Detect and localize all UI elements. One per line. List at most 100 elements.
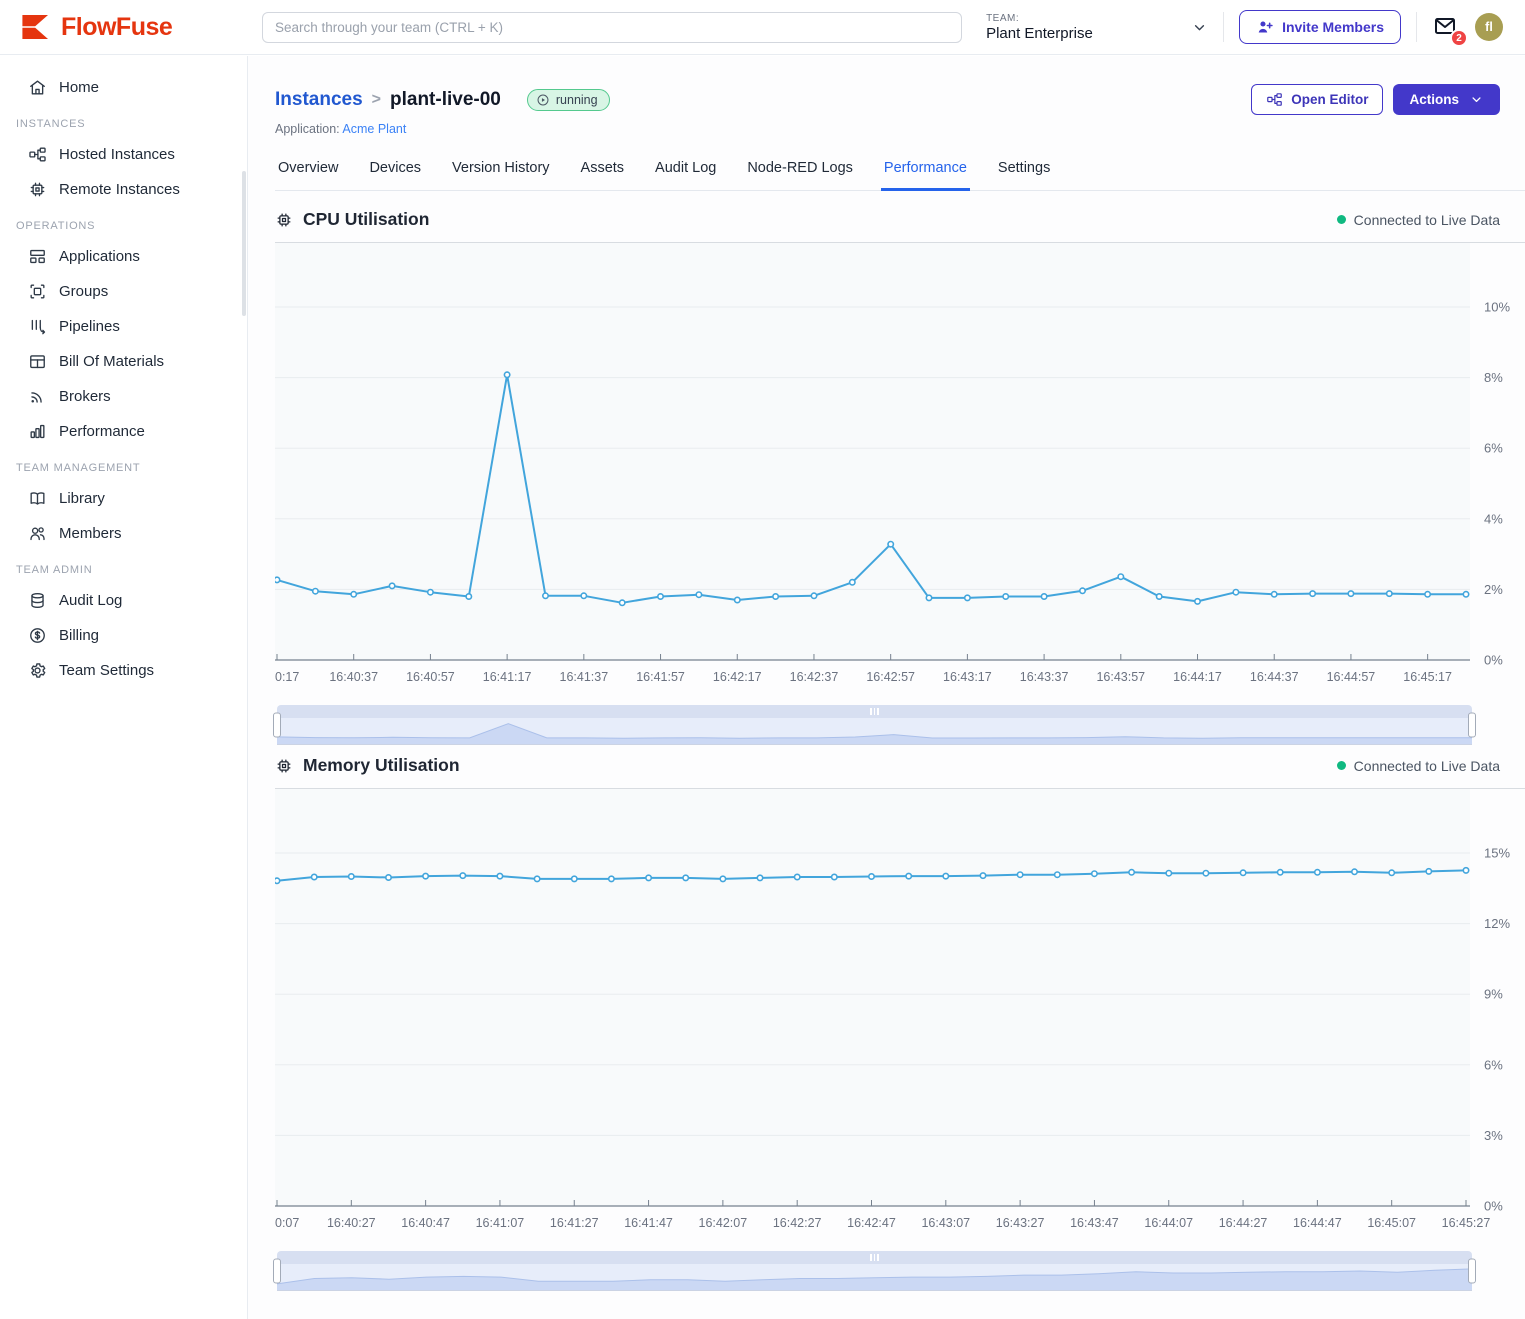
tab-devices[interactable]: Devices [366,152,424,191]
svg-text:16:40:47: 16:40:47 [401,1216,450,1230]
tab-audit-log[interactable]: Audit Log [652,152,719,191]
navigator-window[interactable] [277,1264,1472,1291]
sidebar-item-hosted-instances[interactable]: Hosted Instances [0,137,247,172]
tab-node-red-logs[interactable]: Node-RED Logs [744,152,856,191]
tab-bar: Overview Devices Version History Assets Audi… [275,152,1525,191]
data-point [275,577,280,582]
data-point [1348,591,1353,596]
navigator-left-handle[interactable] [273,713,281,738]
invite-members-button[interactable]: Invite Members [1239,10,1401,44]
data-point [811,593,816,598]
data-point [1425,592,1430,597]
avatar[interactable]: fl [1475,13,1503,41]
status-badge-label: running [556,93,598,107]
data-point [1310,591,1315,596]
sidebar-item-label: Remote Instances [59,181,180,198]
svg-text:16:43:37: 16:43:37 [1020,670,1069,684]
svg-text:16:41:07: 16:41:07 [476,1216,525,1230]
breadcrumb-separator: > [372,91,381,109]
svg-text:15%: 15% [1484,846,1510,861]
data-point [1389,870,1394,875]
tab-settings[interactable]: Settings [995,152,1053,191]
sidebar-section-team-admin: TEAM ADMIN [0,551,247,583]
data-point [795,874,800,879]
pipelines-icon [28,317,47,336]
notifications-button[interactable]: 2 [1432,14,1460,40]
application-link[interactable]: Acme Plant [342,122,406,136]
data-point [965,595,970,600]
data-point [926,595,931,600]
sidebar-item-members[interactable]: Members [0,516,247,551]
tab-version-history[interactable]: Version History [449,152,553,191]
svg-text:3%: 3% [1484,1128,1503,1143]
svg-text:2%: 2% [1484,582,1503,597]
data-point [389,583,394,588]
sidebar-item-brokers[interactable]: Brokers [0,379,247,414]
svg-text:0%: 0% [1484,1199,1503,1214]
svg-text:16:44:17: 16:44:17 [1173,670,1222,684]
navigator-area [277,724,1472,744]
navigator-left-handle[interactable] [273,1259,281,1284]
flowfuse-logo[interactable]: FlowFuse [20,11,262,43]
sidebar-item-team-settings[interactable]: Team Settings [0,653,247,688]
open-editor-label: Open Editor [1291,92,1368,107]
tab-performance[interactable]: Performance [881,152,970,191]
tab-assets[interactable]: Assets [578,152,628,191]
svg-text:16:44:07: 16:44:07 [1144,1216,1193,1230]
svg-text:12%: 12% [1484,916,1510,931]
live-status-label: Connected to Live Data [1354,758,1500,774]
memory-chart-navigator[interactable] [277,1251,1472,1291]
sidebar-item-applications[interactable]: Applications [0,239,247,274]
sidebar-item-label: Library [59,490,105,507]
sidebar-item-audit-log[interactable]: Audit Log [0,583,247,618]
chevron-down-icon [1469,92,1484,107]
data-point [1315,870,1320,875]
svg-text:16:41:17: 16:41:17 [483,670,532,684]
tab-overview[interactable]: Overview [275,152,341,191]
cpu-chart-navigator[interactable] [277,705,1472,745]
data-point [906,873,911,878]
data-point [888,542,893,547]
sidebar-scrollbar[interactable] [242,171,246,316]
svg-text:16:41:57: 16:41:57 [636,670,685,684]
live-status-dot [1337,761,1346,770]
data-point [1272,592,1277,597]
rss-icon [28,387,47,406]
data-point [351,592,356,597]
actions-button[interactable]: Actions [1393,84,1500,115]
sidebar-item-label: Team Settings [59,662,154,679]
data-point [1240,870,1245,875]
data-point [504,372,509,377]
data-point [869,874,874,879]
sidebar-item-pipelines[interactable]: Pipelines [0,309,247,344]
navigator-window[interactable] [277,718,1472,745]
sidebar-item-label: Audit Log [59,592,122,609]
sidebar-item-home[interactable]: Home [0,70,247,105]
data-point [683,875,688,880]
navigator-right-handle[interactable] [1468,1259,1476,1284]
team-selector[interactable]: TEAM: Plant Enterprise [986,13,1208,42]
applications-icon [28,247,47,266]
navigator-right-handle[interactable] [1468,713,1476,738]
data-point [609,876,614,881]
svg-text:16:43:07: 16:43:07 [921,1216,970,1230]
sidebar-item-groups[interactable]: Groups [0,274,247,309]
sidebar-item-billing[interactable]: Billing [0,618,247,653]
memory-utilisation-chart: 0%3%6%9%12%15%0:0716:40:2716:40:4716:41:… [275,789,1525,1239]
dollar-circle-icon [28,626,47,645]
data-point [534,876,539,881]
data-point [773,594,778,599]
sidebar-item-label: Pipelines [59,318,120,335]
open-editor-button[interactable]: Open Editor [1251,84,1383,115]
team-name: Plant Enterprise [986,25,1093,42]
sidebar-item-label: Bill Of Materials [59,353,164,370]
sidebar-item-label: Groups [59,283,108,300]
svg-text:16:41:37: 16:41:37 [560,670,609,684]
sidebar-item-performance[interactable]: Performance [0,414,247,449]
search-input[interactable] [262,12,962,43]
sidebar-item-bill-of-materials[interactable]: Bill Of Materials [0,344,247,379]
sidebar-item-library[interactable]: Library [0,481,247,516]
breadcrumb-instances-link[interactable]: Instances [275,89,363,111]
sidebar-item-remote-instances[interactable]: Remote Instances [0,172,247,207]
svg-text:9%: 9% [1484,987,1503,1002]
